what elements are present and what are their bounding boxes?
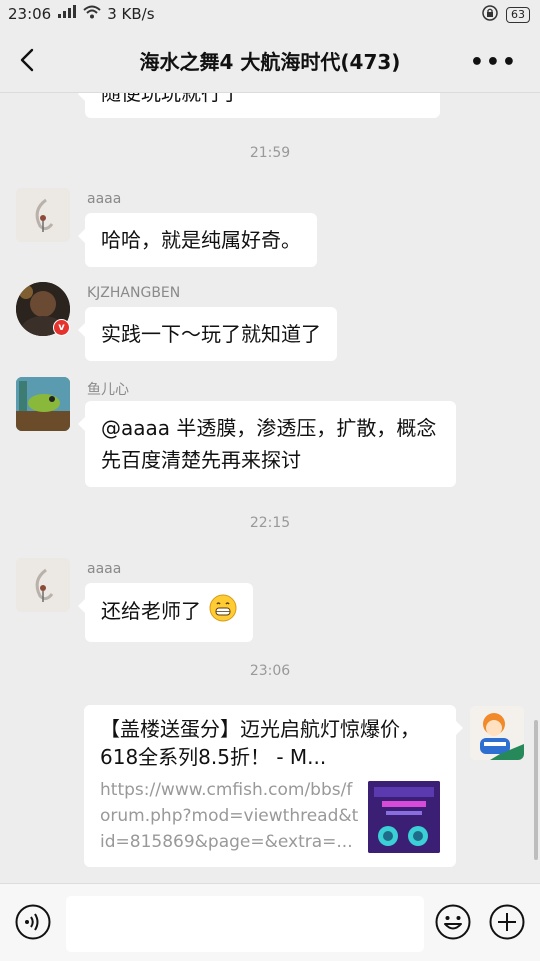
link-card-title: 【盖楼送蛋分】迈光启航灯惊爆价，618全系列8.5折！ - M... [100,717,420,769]
page-title: 海水之舞4 大航海时代(473) [139,50,401,74]
message-bubble[interactable]: 哈哈，就是纯属好奇。 [78,213,317,267]
message-text: 还给老师了 [101,599,201,623]
message-text: 实践一下～玩了就知道了 [101,322,321,346]
avatar[interactable] [16,377,70,431]
signal-icon [57,5,77,23]
message-text: @aaaa 半透膜，渗透压，扩散，概念先百度清楚先再来探讨 [101,416,437,472]
timestamp: 21:59 [249,145,291,161]
link-card-url: https://www.cmfish.com/bbs/forum.php?mod… [100,780,359,852]
message-text: 随便玩玩就行了 [101,93,241,105]
chat-area[interactable]: 随便玩玩就行了 21:59 aaaa 哈哈，就是纯属好奇。 v KJZHANGB… [0,93,540,883]
message-text: 哈哈，就是纯属好奇。 [101,228,301,252]
status-time: 23:06 [8,5,52,23]
sender-name: aaaa [87,191,122,207]
wifi-icon [83,5,101,23]
emoji-icon[interactable] [435,904,471,940]
voice-icon[interactable] [15,904,51,940]
battery-indicator: 63 [506,7,530,23]
avatar[interactable] [16,188,70,242]
scrollbar[interactable] [534,720,538,860]
verified-badge-icon: v [53,319,70,336]
status-bar: 23:06 3 KB/s 63 [0,0,540,28]
sender-name: 鱼儿心 [87,382,129,398]
back-arrow-icon[interactable] [14,46,42,74]
avatar[interactable] [470,706,524,760]
input-bar [0,883,540,961]
timestamp: 23:06 [249,663,291,679]
sender-name: KJZHANGBEN [87,285,181,301]
message-bubble-partial: 随便玩玩就行了 [78,93,440,118]
more-icon[interactable]: ••• [470,50,518,75]
chat-header: 海水之舞4 大航海时代(473) ••• [0,28,540,93]
network-speed: 3 KB/s [107,5,155,23]
link-card[interactable]: 【盖楼送蛋分】迈光启航灯惊爆价，618全系列8.5折！ - M... https… [84,705,463,867]
lock-icon [482,5,498,25]
link-card-thumbnail [368,781,440,853]
sender-name: aaaa [87,561,122,577]
grin-emoji-icon [209,594,237,631]
plus-icon[interactable] [489,904,525,940]
message-bubble[interactable]: 还给老师了 [77,583,254,642]
avatar[interactable] [16,558,70,612]
message-input[interactable] [66,896,424,952]
timestamp: 22:15 [249,515,291,531]
message-bubble[interactable]: 实践一下～玩了就知道了 [78,307,337,361]
message-bubble[interactable]: @aaaa 半透膜，渗透压，扩散，概念先百度清楚先再来探讨 [78,401,456,487]
